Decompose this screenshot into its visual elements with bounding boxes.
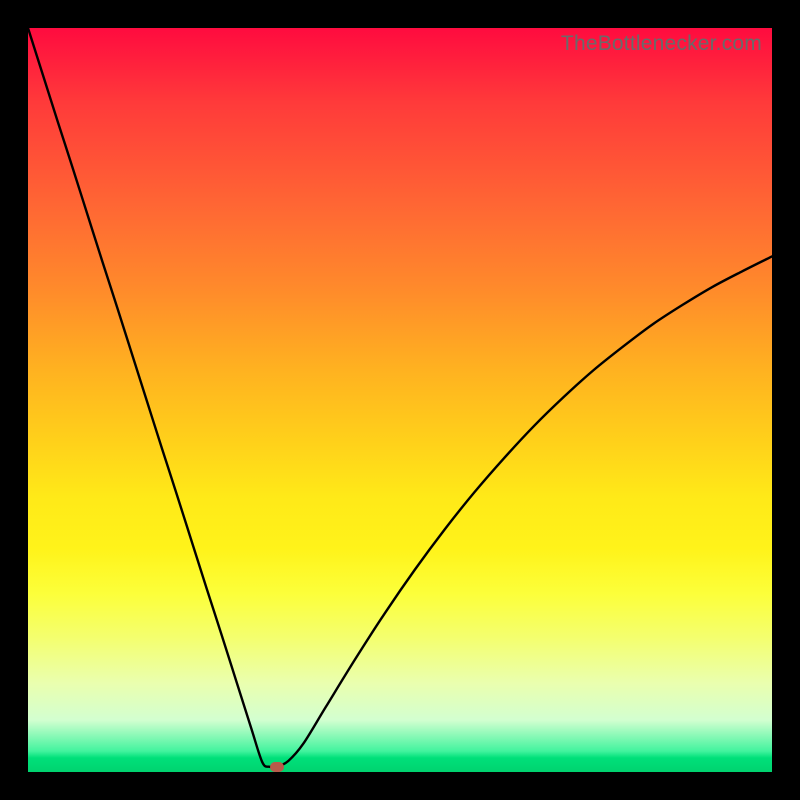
chart-frame: TheBottlenecker.com <box>0 0 800 800</box>
optimal-point-marker <box>270 762 284 772</box>
bottleneck-curve <box>28 28 772 772</box>
plot-area: TheBottlenecker.com <box>28 28 772 772</box>
attribution-watermark: TheBottlenecker.com <box>561 32 762 56</box>
